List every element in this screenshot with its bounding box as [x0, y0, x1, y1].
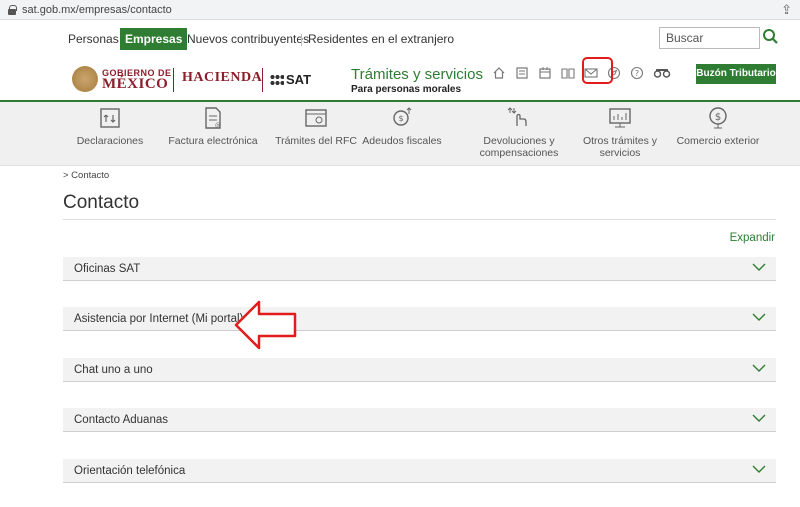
service-devoluciones[interactable]: Devoluciones y compensaciones [456, 106, 582, 159]
svg-text:$: $ [715, 112, 721, 123]
service-label: Devoluciones y compensaciones [479, 135, 559, 159]
accordion-label: Orientación telefónica [74, 465, 186, 477]
tramites-subtitle: Para personas morales [351, 84, 462, 95]
sat-text: SAT [286, 72, 312, 87]
logo-divider [262, 68, 263, 92]
service-adeudos-fiscales[interactable]: $ Adeudos fiscales [352, 106, 452, 147]
seal-icon [72, 66, 98, 92]
document-icon[interactable] [515, 66, 529, 80]
comercio-exterior-icon: $ [709, 107, 727, 129]
nav-residentes-extranjero[interactable]: Residentes en el extranjero [308, 32, 454, 46]
binoculars-icon[interactable] [653, 66, 671, 80]
gobierno-de-mexico-logo[interactable]: GOBIERNO DE MÉXICO [72, 66, 172, 92]
svg-text:$: $ [398, 114, 403, 123]
home-icon[interactable] [492, 66, 506, 80]
mail-icon-highlight-annotation [582, 57, 613, 84]
search-input[interactable]: Buscar [659, 27, 760, 49]
service-tramites-rfc[interactable]: Trámites del RFC [266, 106, 366, 147]
svg-text:?: ? [635, 69, 639, 78]
site-header: GOBIERNO DE MÉXICO HACIENDA SAT Trámites… [0, 58, 800, 102]
services-bar: Declaraciones @ Factura electrónica Trám… [0, 102, 800, 166]
service-label: Otros trámites y servicios [582, 135, 658, 159]
url-text[interactable]: sat.gob.mx/empresas/contacto [22, 4, 172, 16]
title-divider [63, 219, 776, 220]
logo-divider [173, 68, 174, 92]
accordion-label: Oficinas SAT [74, 263, 141, 275]
declaraciones-icon [100, 108, 120, 128]
service-declaraciones[interactable]: Declaraciones [60, 106, 160, 147]
red-arrow-annotation [234, 300, 297, 350]
service-label: Factura electrónica [168, 135, 258, 147]
chevron-down-icon[interactable] [752, 312, 766, 322]
nav-empresas[interactable]: Empresas [120, 28, 188, 50]
page-title: Contacto [63, 192, 140, 213]
breadcrumb[interactable]: > Contacto [63, 170, 109, 181]
gob-line2: MÉXICO [102, 76, 169, 92]
accordion-chat-uno-a-uno[interactable]: Chat uno a uno [63, 358, 776, 382]
browser-address-bar[interactable]: sat.gob.mx/empresas/contacto ⇪ [0, 0, 800, 20]
chevron-down-icon[interactable] [752, 464, 766, 474]
accordion-orientacion-telefonica[interactable]: Orientación telefónica [63, 459, 776, 483]
help-icon[interactable]: ? [630, 66, 644, 80]
nav-nuevos-contribuyentes[interactable]: Nuevos contribuyentes [187, 32, 309, 46]
accordion-label: Chat uno a uno [74, 364, 153, 376]
factura-icon: @ [205, 107, 221, 129]
lock-icon [8, 4, 17, 15]
adeudos-icon: $ [393, 107, 412, 126]
service-label: Declaraciones [76, 135, 144, 147]
tramites-heading: Trámites y servicios Para personas moral… [351, 66, 483, 95]
rfc-icon [305, 109, 327, 127]
service-label: Comercio exterior [676, 135, 760, 147]
otros-tramites-icon [609, 108, 631, 128]
devoluciones-icon [507, 107, 527, 126]
hacienda-logo[interactable]: HACIENDA [182, 70, 262, 87]
calendar-icon[interactable] [538, 66, 552, 80]
search-icon[interactable] [762, 28, 778, 46]
service-comercio-exterior[interactable]: $ Comercio exterior [668, 106, 768, 147]
service-label: Adeudos fiscales [362, 135, 442, 147]
book-icon[interactable] [561, 66, 575, 80]
share-icon[interactable]: ⇪ [781, 2, 792, 18]
accordion-label: Asistencia por Internet (Mi portal) [74, 313, 244, 325]
sat-dots-icon [270, 73, 284, 86]
chevron-down-icon[interactable] [752, 413, 766, 423]
tramites-title: Trámites y servicios [351, 66, 483, 83]
accordion-oficinas-sat[interactable]: Oficinas SAT [63, 257, 776, 281]
service-otros-tramites[interactable]: Otros trámites y servicios [570, 106, 670, 159]
buzon-tributario-button[interactable]: Buzón Tributario [696, 64, 776, 84]
nav-divider [301, 34, 302, 46]
accordion-asistencia-internet[interactable]: Asistencia por Internet (Mi portal) [63, 307, 776, 331]
accordion-contacto-aduanas[interactable]: Contacto Aduanas [63, 408, 776, 432]
expand-all-link[interactable]: Expandir [730, 232, 775, 244]
chevron-down-icon[interactable] [752, 363, 766, 373]
svg-text:@: @ [215, 122, 221, 129]
service-factura-electronica[interactable]: @ Factura electrónica [163, 106, 263, 147]
hacienda-text: HACIENDA [182, 70, 263, 85]
sat-logo[interactable]: SAT [270, 72, 311, 87]
service-label: Trámites del RFC [275, 135, 357, 147]
nav-personas[interactable]: Personas [68, 32, 119, 46]
chevron-down-icon[interactable] [752, 262, 766, 272]
accordion-label: Contacto Aduanas [74, 414, 168, 426]
